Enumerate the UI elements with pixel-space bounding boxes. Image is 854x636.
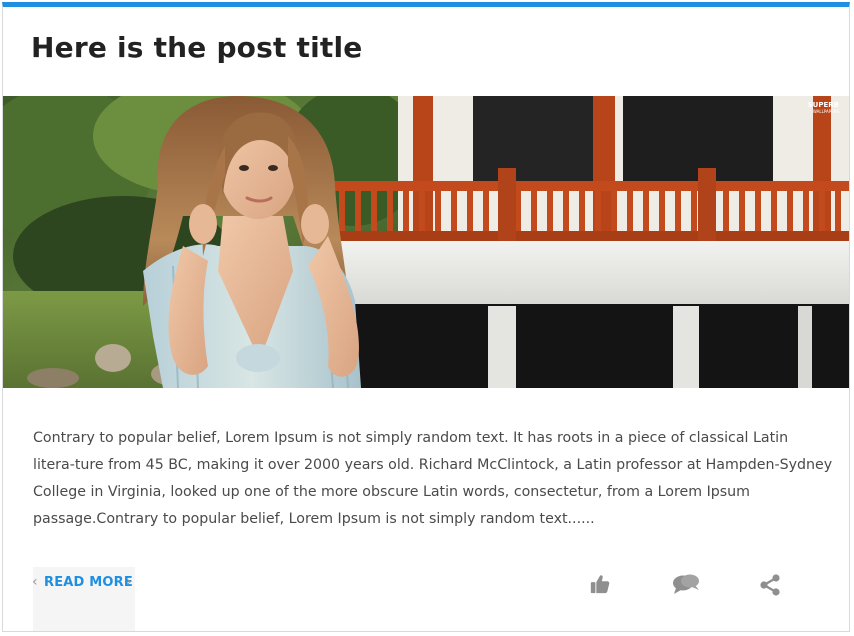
chevron-right-icon: › (126, 574, 132, 590)
like-button[interactable] (589, 573, 615, 595)
comments-button[interactable] (672, 573, 699, 595)
comments-icon (673, 574, 699, 594)
read-more-label: READ MORE (44, 575, 133, 590)
image-watermark: SUPERB WALLPAPERS (807, 101, 839, 115)
share-icon (760, 574, 780, 596)
chevron-left-icon: ‹ (32, 574, 38, 590)
featured-image-graphic (3, 96, 849, 388)
share-button[interactable] (758, 573, 784, 596)
watermark-line-2: WALLPAPERS (812, 109, 839, 114)
post-excerpt: Contrary to popular belief, Lorem Ipsum … (33, 430, 833, 527)
post-title[interactable]: Here is the post title (31, 31, 362, 64)
read-more-button[interactable]: ‹ READ MORE › (32, 567, 135, 631)
post-footer: ‹ READ MORE › (3, 567, 849, 631)
thumbs-up-icon (590, 575, 610, 594)
post-featured-image[interactable]: SUPERB WALLPAPERS (3, 96, 849, 388)
watermark-line-1: SUPERB (807, 101, 839, 109)
post-card: Here is the post title SUPERB WALLPAPERS… (2, 2, 850, 632)
